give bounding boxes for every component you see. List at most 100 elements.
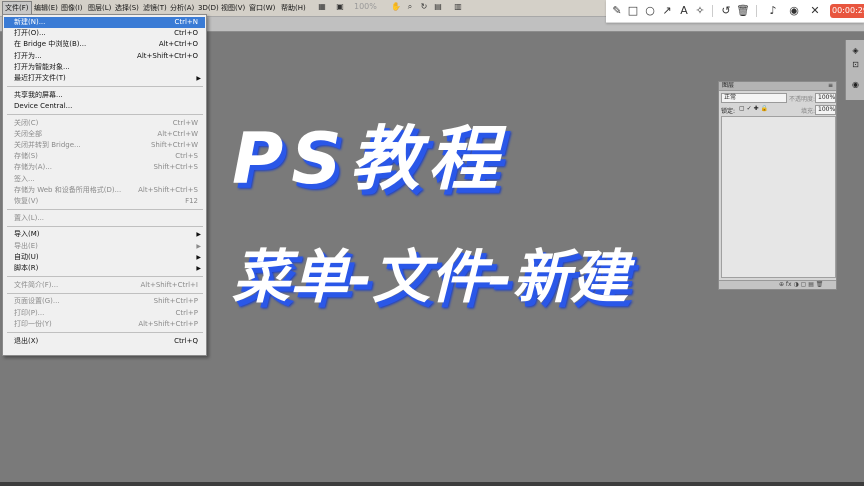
menu-edit[interactable]: 编辑(E) (32, 2, 60, 14)
file-menu-item-label: 关闭并转到 Bridge... (14, 141, 81, 149)
text-icon[interactable]: A (677, 4, 691, 18)
menu-image[interactable]: 图像(I) (59, 2, 85, 14)
layers-panel-titlebar[interactable]: 图层 ≡ (719, 82, 836, 91)
grid-icon[interactable]: ▤ (432, 1, 444, 13)
rotate-view-icon[interactable]: ↻ (418, 1, 430, 13)
file-menu-item-shortcut: Ctrl+O (174, 29, 198, 38)
fill-input[interactable]: 100% (815, 105, 836, 115)
lock-icons[interactable]: ▢ ✓ ✚ 🔒 (739, 105, 768, 112)
file-menu-item[interactable]: 存储(S) Ctrl+S (4, 151, 205, 162)
file-menu-item-label: 打开为智能对象... (14, 62, 70, 71)
file-menu-item[interactable]: 最近打开文件(T) ▶ (4, 73, 205, 84)
file-menu-item-shortcut: Alt+Ctrl+O (158, 40, 198, 49)
file-menu-item[interactable]: 打开(O)... Ctrl+O (4, 28, 205, 39)
trash-icon[interactable]: 🗑 (736, 4, 750, 18)
layers-dock-icon[interactable]: ◉ (850, 80, 861, 90)
opacity-input[interactable]: 100% (815, 93, 836, 103)
file-menu-item-label: 存储为 Web 和设备所用格式(D)... (14, 185, 122, 194)
overlay-title: PS教程 (232, 118, 506, 200)
menu-3d[interactable]: 3D(D) (196, 2, 221, 14)
layers-panel-footer: ⊕ fx ◑ ▢ ▤ 🗑 (719, 280, 836, 289)
submenu-arrow-icon: ▶ (196, 242, 201, 250)
opacity-label: 不透明度: (789, 96, 816, 103)
file-menu-item-label: 置入(L)... (14, 213, 45, 222)
rectangle-icon[interactable]: □ (626, 4, 640, 18)
file-menu-item[interactable]: 打印一份(Y) Alt+Shift+Ctrl+P (4, 319, 205, 330)
file-menu-item-label: 新建(N)... (14, 18, 46, 26)
file-menu-item[interactable]: 文件简介(F)... Alt+Shift+Ctrl+I (4, 280, 205, 291)
menu-file[interactable]: 文件(F) (2, 1, 32, 15)
file-menu-item-label: 最近打开文件(T) (14, 74, 66, 82)
file-menu-item[interactable]: 打印(P)... Ctrl+P (4, 308, 205, 319)
file-menu-item[interactable]: 关闭(C) Ctrl+W (4, 118, 205, 129)
file-menu-item-label: 导出(E) (14, 241, 38, 250)
file-menu-item[interactable]: 自动(U) ▶ (4, 252, 205, 263)
crop-icon[interactable]: ⊡ (850, 60, 861, 70)
file-menu-item-label: 退出(X) (14, 336, 39, 345)
arrange-documents-icon[interactable]: ▥ (452, 1, 464, 13)
file-menu-item[interactable]: 签入... (4, 174, 205, 185)
file-menu-item-shortcut: Ctrl+Q (174, 336, 198, 345)
file-menu-item-label: 签入... (14, 174, 35, 183)
file-menu-item[interactable]: 导入(M) ▶ (4, 229, 205, 240)
undo-icon[interactable]: ↺ (719, 4, 733, 18)
overlay-subtitle: 菜单-文件-新建 (232, 243, 629, 311)
file-menu-item[interactable]: 置入(L)... (4, 213, 205, 224)
file-menu-item-label: 自动(U) (14, 252, 39, 261)
speaker-icon[interactable]: ♪ (766, 4, 780, 18)
file-menu-item[interactable]: 共享我的屏幕... (4, 90, 205, 101)
bottom-edge (0, 482, 864, 486)
file-menu-item[interactable]: Device Central... (4, 101, 205, 112)
submenu-arrow-icon: ▶ (196, 253, 201, 261)
menu-filter[interactable]: 滤镜(T) (141, 2, 169, 14)
file-menu-item[interactable]: 存储为(A)... Shift+Ctrl+S (4, 162, 205, 173)
zoom-tool-icon[interactable]: ⌕ (404, 1, 416, 13)
menu-help[interactable]: 帮助(H) (279, 2, 308, 14)
file-menu-item[interactable]: 新建(N)... Ctrl+N (4, 17, 205, 28)
layers-panel-title: 图层 (722, 82, 735, 89)
close-icon[interactable]: ✕ (808, 4, 822, 18)
file-menu-item[interactable]: 存储为 Web 和设备所用格式(D)... Alt+Shift+Ctrl+S (4, 185, 205, 196)
blend-mode-select[interactable]: 正常 (721, 93, 787, 103)
menu-analysis[interactable]: 分析(A) (168, 2, 196, 14)
file-menu-item-shortcut: Shift+Ctrl+P (153, 297, 198, 306)
file-menu-item[interactable]: 在 Bridge 中浏览(B)... Alt+Ctrl+O (4, 39, 205, 50)
arrow-icon[interactable]: ↗ (660, 4, 674, 18)
circle-icon[interactable]: ○ (643, 4, 657, 18)
fill-label: 填充: (801, 108, 816, 115)
file-menu-item[interactable]: 恢复(V) F12 (4, 196, 205, 207)
microphone-icon[interactable]: ◉ (787, 4, 801, 18)
file-menu-item-label: 关闭全部 (14, 129, 42, 138)
file-menu-item-shortcut: Shift+Ctrl+S (153, 163, 198, 172)
layers-list[interactable] (721, 116, 836, 278)
layers-panel: 图层 ≡ 正常 不透明度: 100% 锁定: ▢ ✓ ✚ 🔒 填充: 100% … (718, 81, 837, 290)
file-menu-item[interactable]: 导出(E) ▶ (4, 241, 205, 252)
menu-window[interactable]: 窗口(W) (247, 2, 277, 14)
hand-tool-icon[interactable]: ✋ (390, 1, 402, 13)
bridge-icon[interactable]: ▦ (316, 1, 328, 13)
panel-menu-icon[interactable]: ≡ (828, 82, 833, 90)
file-menu-item-label: 恢复(V) (14, 197, 39, 205)
file-menu-item-label: 打印(P)... (14, 308, 45, 317)
file-menu-item-shortcut: Alt+Ctrl+W (157, 129, 198, 138)
3d-panel-icon[interactable]: ◈ (850, 46, 861, 56)
menu-select[interactable]: 选择(S) (113, 2, 141, 14)
file-menu-item[interactable]: 打开为智能对象... (4, 62, 205, 73)
file-menu-item[interactable]: 关闭并转到 Bridge... Shift+Ctrl+W (4, 140, 205, 151)
file-menu-item[interactable]: 退出(X) Ctrl+Q (4, 336, 205, 347)
file-menu-item-label: 在 Bridge 中浏览(B)... (14, 40, 87, 49)
file-menu-item[interactable]: 页面设置(G)... Shift+Ctrl+P (4, 296, 205, 307)
highlighter-icon[interactable]: ✧ (693, 4, 707, 18)
pen-icon[interactable]: ✎ (610, 4, 624, 18)
menu-layer[interactable]: 图层(L) (86, 2, 113, 14)
layer-actions-icons[interactable]: ⊕ fx ◑ ▢ ▤ 🗑 (779, 281, 823, 289)
submenu-arrow-icon: ▶ (196, 231, 201, 239)
file-menu-item[interactable]: 脚本(R) ▶ (4, 263, 205, 274)
file-menu-item[interactable]: 关闭全部 Alt+Ctrl+W (4, 129, 205, 140)
mini-bridge-icon[interactable]: ▣ (334, 1, 346, 13)
file-menu-item[interactable]: 打开为... Alt+Shift+Ctrl+O (4, 51, 205, 62)
file-menu-item-shortcut: Alt+Shift+Ctrl+S (138, 185, 198, 194)
zoom-level[interactable]: 100% (354, 1, 377, 13)
toolbar-divider (756, 5, 757, 17)
menu-view[interactable]: 视图(V) (219, 2, 247, 14)
